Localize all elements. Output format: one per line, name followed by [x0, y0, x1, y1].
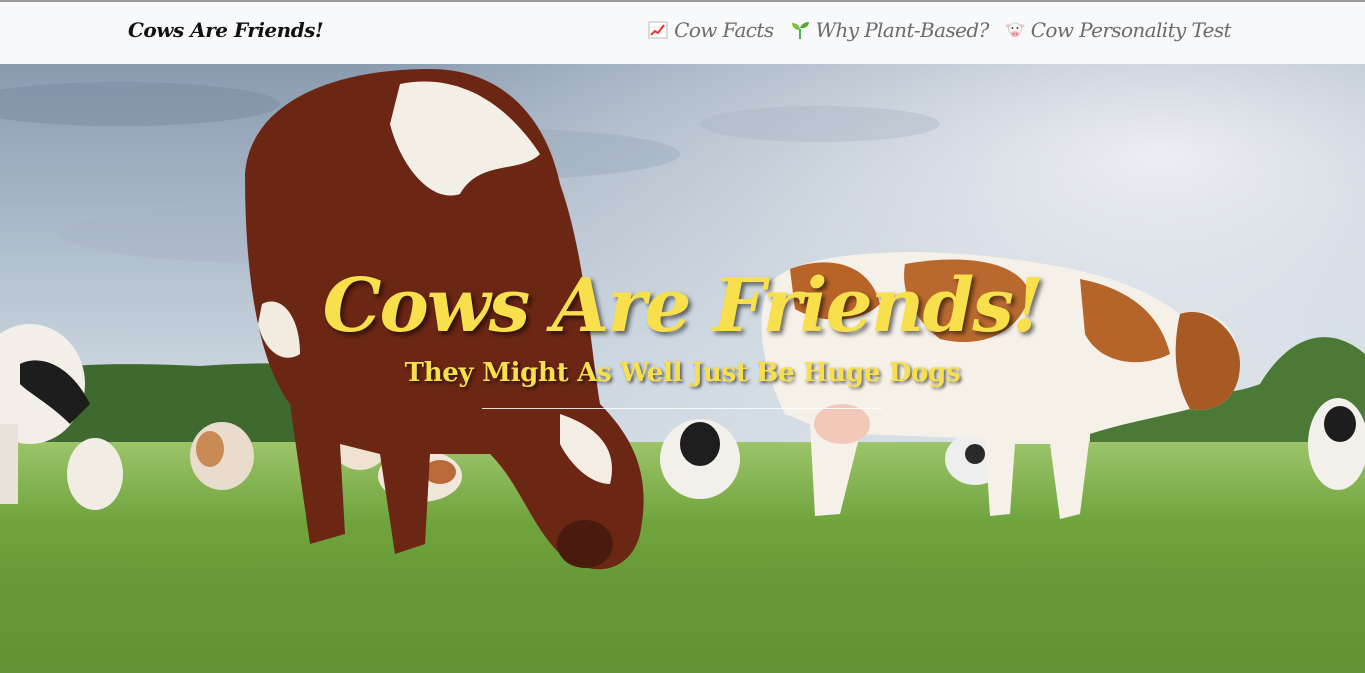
nav-link-label: Cow Personality Test: [1030, 18, 1232, 42]
hero-title: Cows Are Friends!: [322, 263, 1045, 349]
nav-link-cow-personality-test[interactable]: Cow Personality Test: [1005, 18, 1232, 42]
brand-link[interactable]: Cows Are Friends!: [128, 18, 324, 42]
navbar: Cows Are Friends! Cow Facts Why Plant-Ba…: [0, 2, 1365, 64]
chart-increasing-icon: [648, 21, 668, 39]
nav-link-label: Cow Facts: [674, 18, 774, 42]
seedling-icon: [791, 22, 809, 39]
hero-divider: [482, 408, 882, 409]
nav-link-why-plant-based[interactable]: Why Plant-Based?: [790, 18, 989, 42]
nav-link-cow-facts[interactable]: Cow Facts: [648, 18, 774, 42]
cow-face-icon: [1005, 22, 1025, 37]
nav-link-label: Why Plant-Based?: [815, 18, 990, 42]
hero-subtitle: They Might As Well Just Be Huge Dogs: [404, 358, 961, 388]
hero-section: Cows Are Friends! They Might As Well Jus…: [0, 64, 1365, 673]
nav-links: Cow Facts Why Plant-Based? Cow Personali…: [648, 18, 1232, 42]
